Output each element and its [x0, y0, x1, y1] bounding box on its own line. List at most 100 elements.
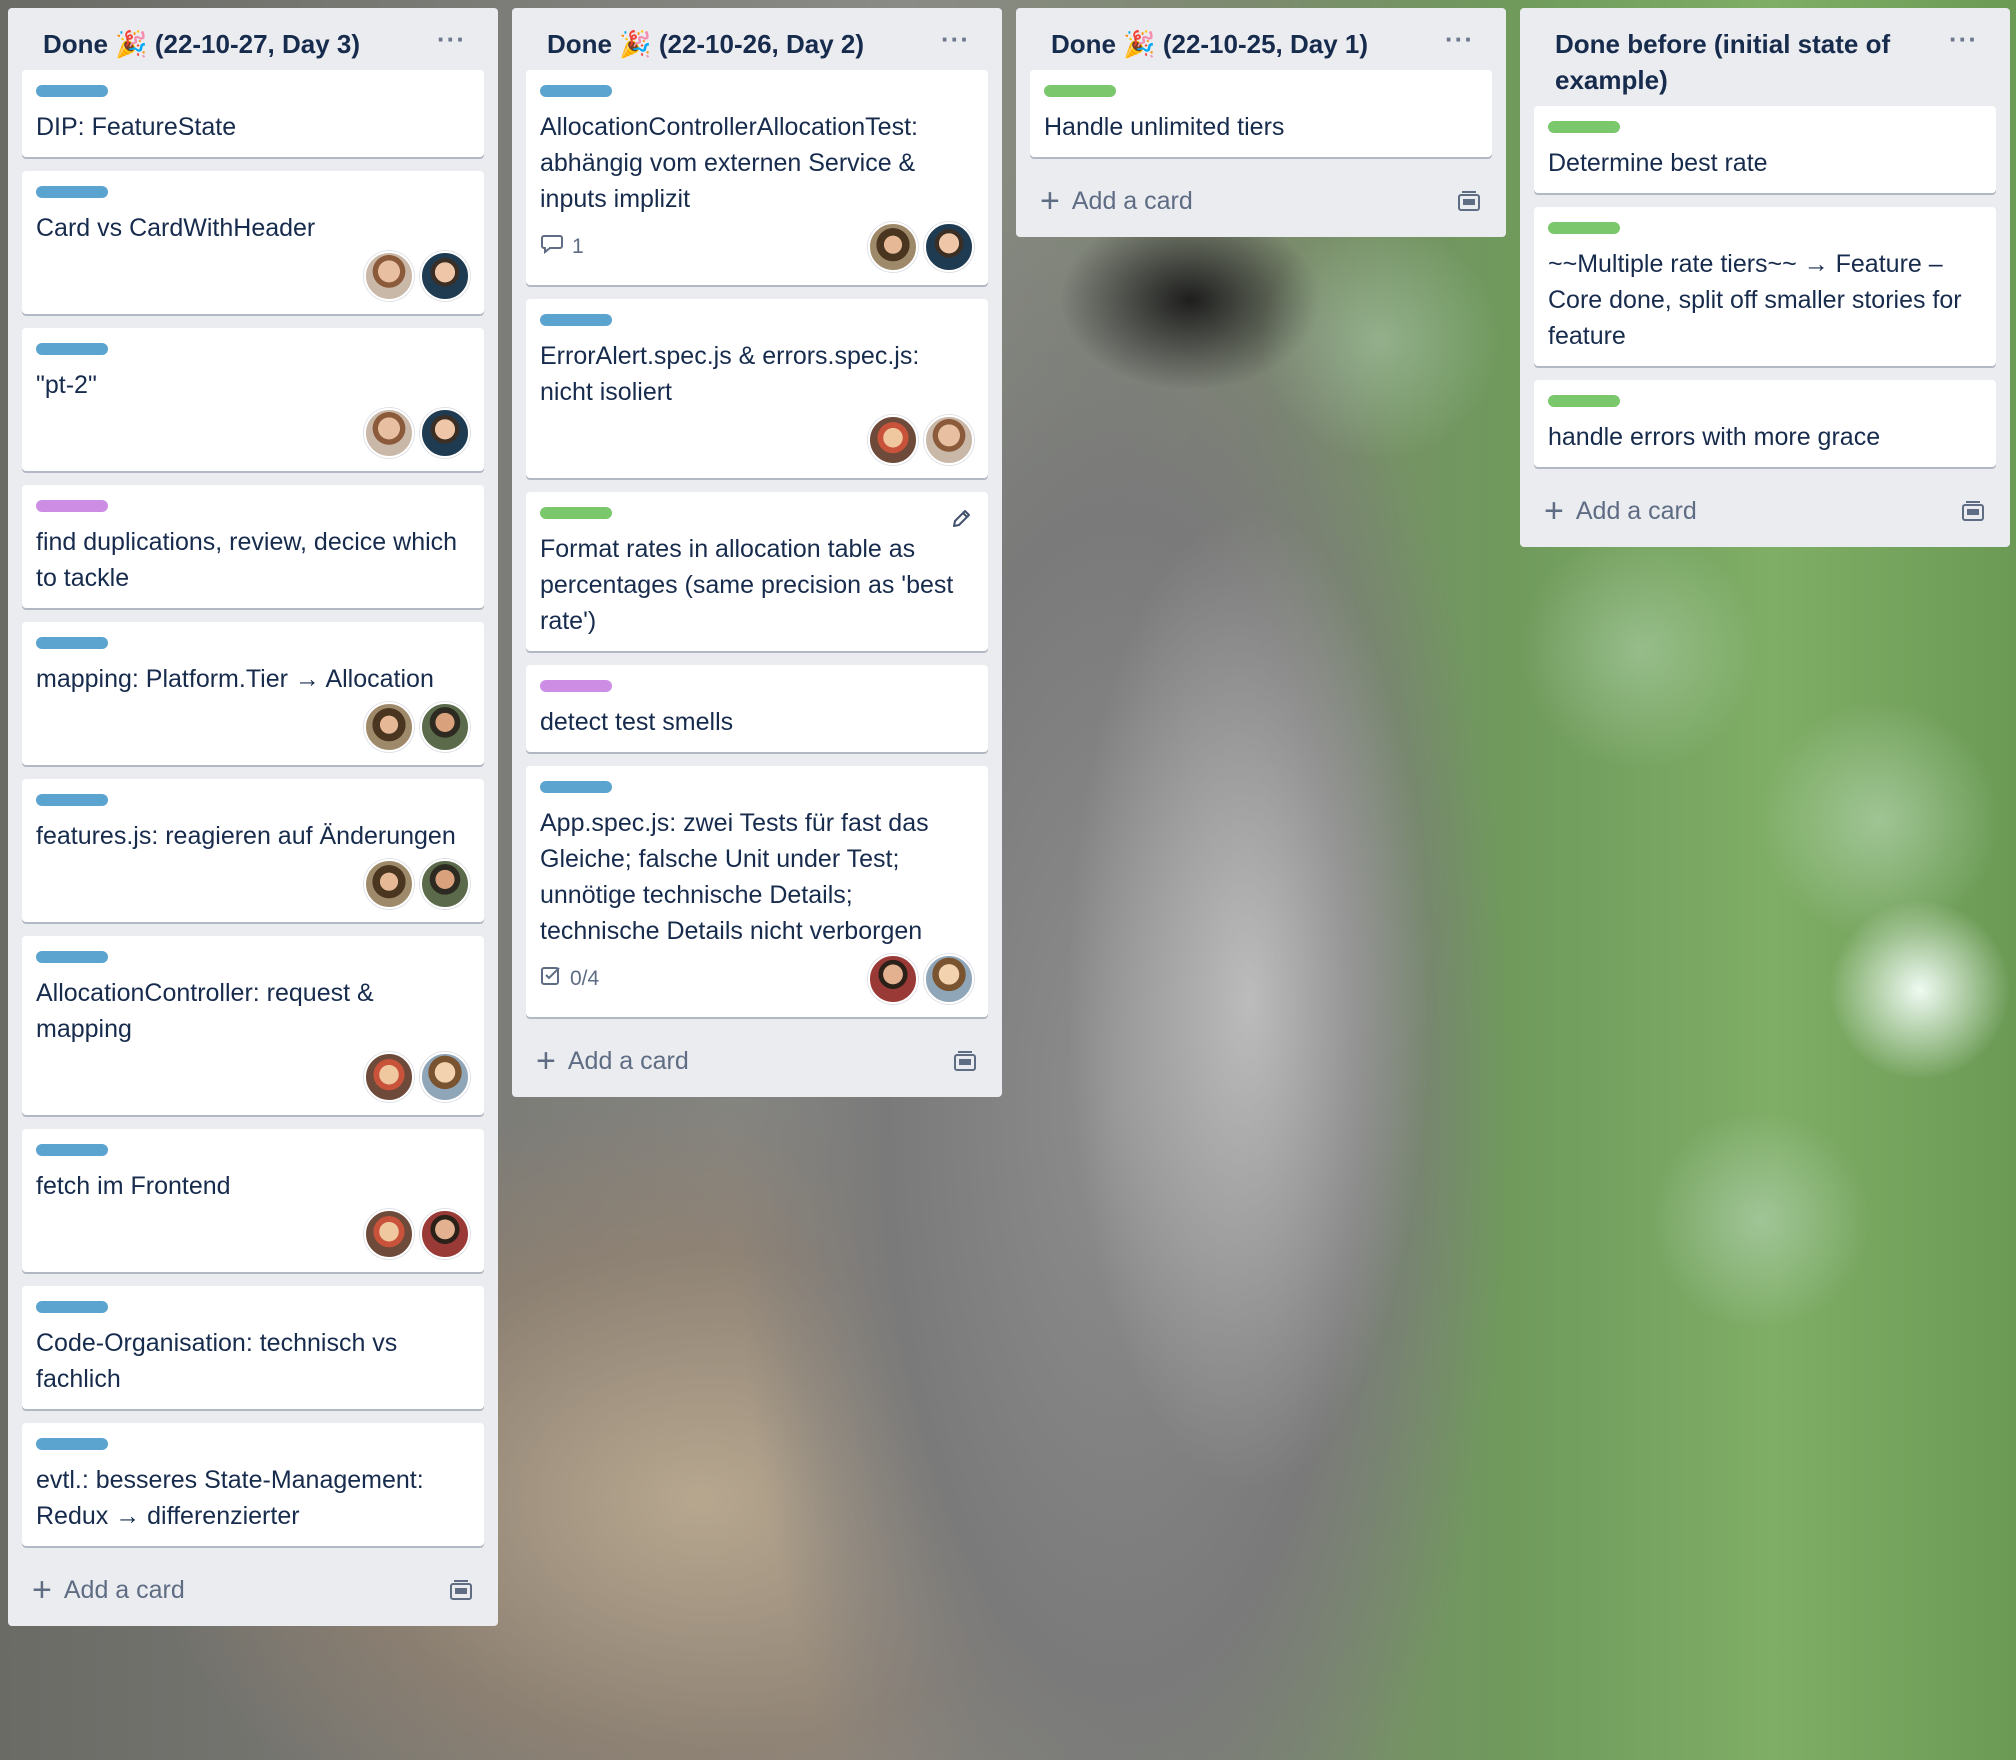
card-label-blue[interactable] [36, 186, 108, 198]
card[interactable]: evtl.: besseres State-Management: Redux … [22, 1423, 484, 1546]
card[interactable]: App.spec.js: zwei Tests für fast das Gle… [526, 766, 988, 1017]
list-header[interactable]: Done 🎉 (22-10-27, Day 3) ··· [22, 8, 484, 70]
add-card-row: + Add a card [22, 1560, 484, 1616]
card-members [868, 415, 974, 465]
add-card-row: + Add a card [1030, 171, 1492, 227]
avatar[interactable] [420, 251, 470, 301]
card-members [364, 408, 470, 458]
card-footer: 1 [540, 221, 974, 273]
list-menu-icon[interactable]: ··· [941, 24, 970, 54]
card[interactable]: Handle unlimited tiers [1030, 70, 1492, 157]
avatar[interactable] [924, 415, 974, 465]
card-members [868, 954, 974, 1004]
card-footer [36, 701, 470, 753]
list-header[interactable]: Done 🎉 (22-10-26, Day 2) ··· [526, 8, 988, 70]
add-card-label: Add a card [567, 1046, 689, 1075]
add-card-button[interactable]: + Add a card [1040, 184, 1193, 218]
card-label-purple[interactable] [540, 680, 612, 692]
badge-count: 0/4 [570, 967, 600, 990]
card-template-icon[interactable] [952, 1049, 978, 1073]
list-title[interactable]: Done 🎉 (22-10-27, Day 3) [43, 29, 360, 59]
card[interactable]: find duplications, review, decice which … [22, 485, 484, 608]
card[interactable]: AllocationController: request & mapping [22, 936, 484, 1115]
list-menu-icon[interactable]: ··· [1949, 24, 1978, 54]
card-title: evtl.: besseres State-Management: Redux … [36, 1466, 424, 1530]
add-card-row: + Add a card [1534, 481, 1996, 537]
card-label-green[interactable] [540, 507, 612, 519]
card-label-blue[interactable] [36, 794, 108, 806]
card-template-icon[interactable] [1960, 499, 1986, 523]
list-title[interactable]: Done before (initial state of example) [1555, 29, 1890, 95]
avatar[interactable] [420, 702, 470, 752]
card-label-green[interactable] [1548, 395, 1620, 407]
card[interactable]: Format rates in allocation table as perc… [526, 492, 988, 651]
add-card-button[interactable]: + Add a card [32, 1573, 185, 1607]
avatar[interactable] [364, 1052, 414, 1102]
card[interactable]: AllocationControllerAllocationTest: abhä… [526, 70, 988, 285]
card-label-blue[interactable] [36, 1144, 108, 1156]
card-label-blue[interactable] [36, 85, 108, 97]
card[interactable]: handle errors with more grace [1534, 380, 1996, 467]
card-footer [36, 407, 470, 459]
avatar[interactable] [364, 859, 414, 909]
card-label-purple[interactable] [36, 500, 108, 512]
card-label-blue[interactable] [36, 343, 108, 355]
avatar[interactable] [420, 859, 470, 909]
card-title: AllocationController: request & mapping [36, 979, 374, 1043]
add-card-button[interactable]: + Add a card [1544, 494, 1697, 528]
avatar[interactable] [364, 1209, 414, 1259]
list-title[interactable]: Done 🎉 (22-10-25, Day 1) [1051, 29, 1368, 59]
list-title[interactable]: Done 🎉 (22-10-26, Day 2) [547, 29, 864, 59]
card[interactable]: ErrorAlert.spec.js & errors.spec.js: nic… [526, 299, 988, 478]
avatar[interactable] [364, 702, 414, 752]
card-label-green[interactable] [1548, 121, 1620, 133]
card[interactable]: features.js: reagieren auf Änderungen [22, 779, 484, 922]
card-footer: 0/4 [540, 953, 974, 1005]
card-members [868, 222, 974, 272]
card-title: find duplications, review, decice which … [36, 528, 458, 592]
card-label-blue[interactable] [540, 85, 612, 97]
card[interactable]: Determine best rate [1534, 106, 1996, 193]
avatar[interactable] [868, 222, 918, 272]
avatar[interactable] [924, 222, 974, 272]
avatar[interactable] [420, 1052, 470, 1102]
card-title: Format rates in allocation table as perc… [540, 535, 954, 635]
card-label-green[interactable] [1044, 85, 1116, 97]
checklist-icon [540, 965, 562, 993]
list-menu-icon[interactable]: ··· [437, 24, 466, 54]
card-members [364, 1209, 470, 1259]
avatar[interactable] [420, 408, 470, 458]
avatar[interactable] [420, 1209, 470, 1259]
card[interactable]: Code-Organisation: technisch vs fachlich [22, 1286, 484, 1409]
card[interactable]: ~~Multiple rate tiers~~ → Feature – Core… [1534, 207, 1996, 366]
card-label-blue[interactable] [540, 314, 612, 326]
add-card-button[interactable]: + Add a card [536, 1044, 689, 1078]
add-card-label: Add a card [1575, 496, 1697, 525]
card-title: mapping: Platform.Tier → Allocation [36, 665, 434, 693]
edit-pencil-icon[interactable] [950, 508, 972, 530]
card-label-blue[interactable] [36, 637, 108, 649]
avatar[interactable] [868, 415, 918, 465]
card-label-blue[interactable] [36, 1438, 108, 1450]
list-header[interactable]: Done 🎉 (22-10-25, Day 1) ··· [1030, 8, 1492, 70]
avatar[interactable] [868, 954, 918, 1004]
card-template-icon[interactable] [448, 1578, 474, 1602]
card-label-green[interactable] [1548, 222, 1620, 234]
card[interactable]: "pt-2" [22, 328, 484, 471]
card[interactable]: mapping: Platform.Tier → Allocation [22, 622, 484, 765]
list-header[interactable]: Done before (initial state of example) ··… [1534, 8, 1996, 106]
card[interactable]: fetch im Frontend [22, 1129, 484, 1272]
card-label-blue[interactable] [540, 781, 612, 793]
list-menu-icon[interactable]: ··· [1445, 24, 1474, 54]
card-footer [36, 858, 470, 910]
card-label-blue[interactable] [36, 951, 108, 963]
card[interactable]: Card vs CardWithHeader [22, 171, 484, 314]
card[interactable]: detect test smells [526, 665, 988, 752]
avatar[interactable] [364, 408, 414, 458]
avatar[interactable] [364, 251, 414, 301]
card[interactable]: DIP: FeatureState [22, 70, 484, 157]
card-title: Handle unlimited tiers [1044, 113, 1285, 141]
card-template-icon[interactable] [1456, 189, 1482, 213]
avatar[interactable] [924, 954, 974, 1004]
card-label-blue[interactable] [36, 1301, 108, 1313]
